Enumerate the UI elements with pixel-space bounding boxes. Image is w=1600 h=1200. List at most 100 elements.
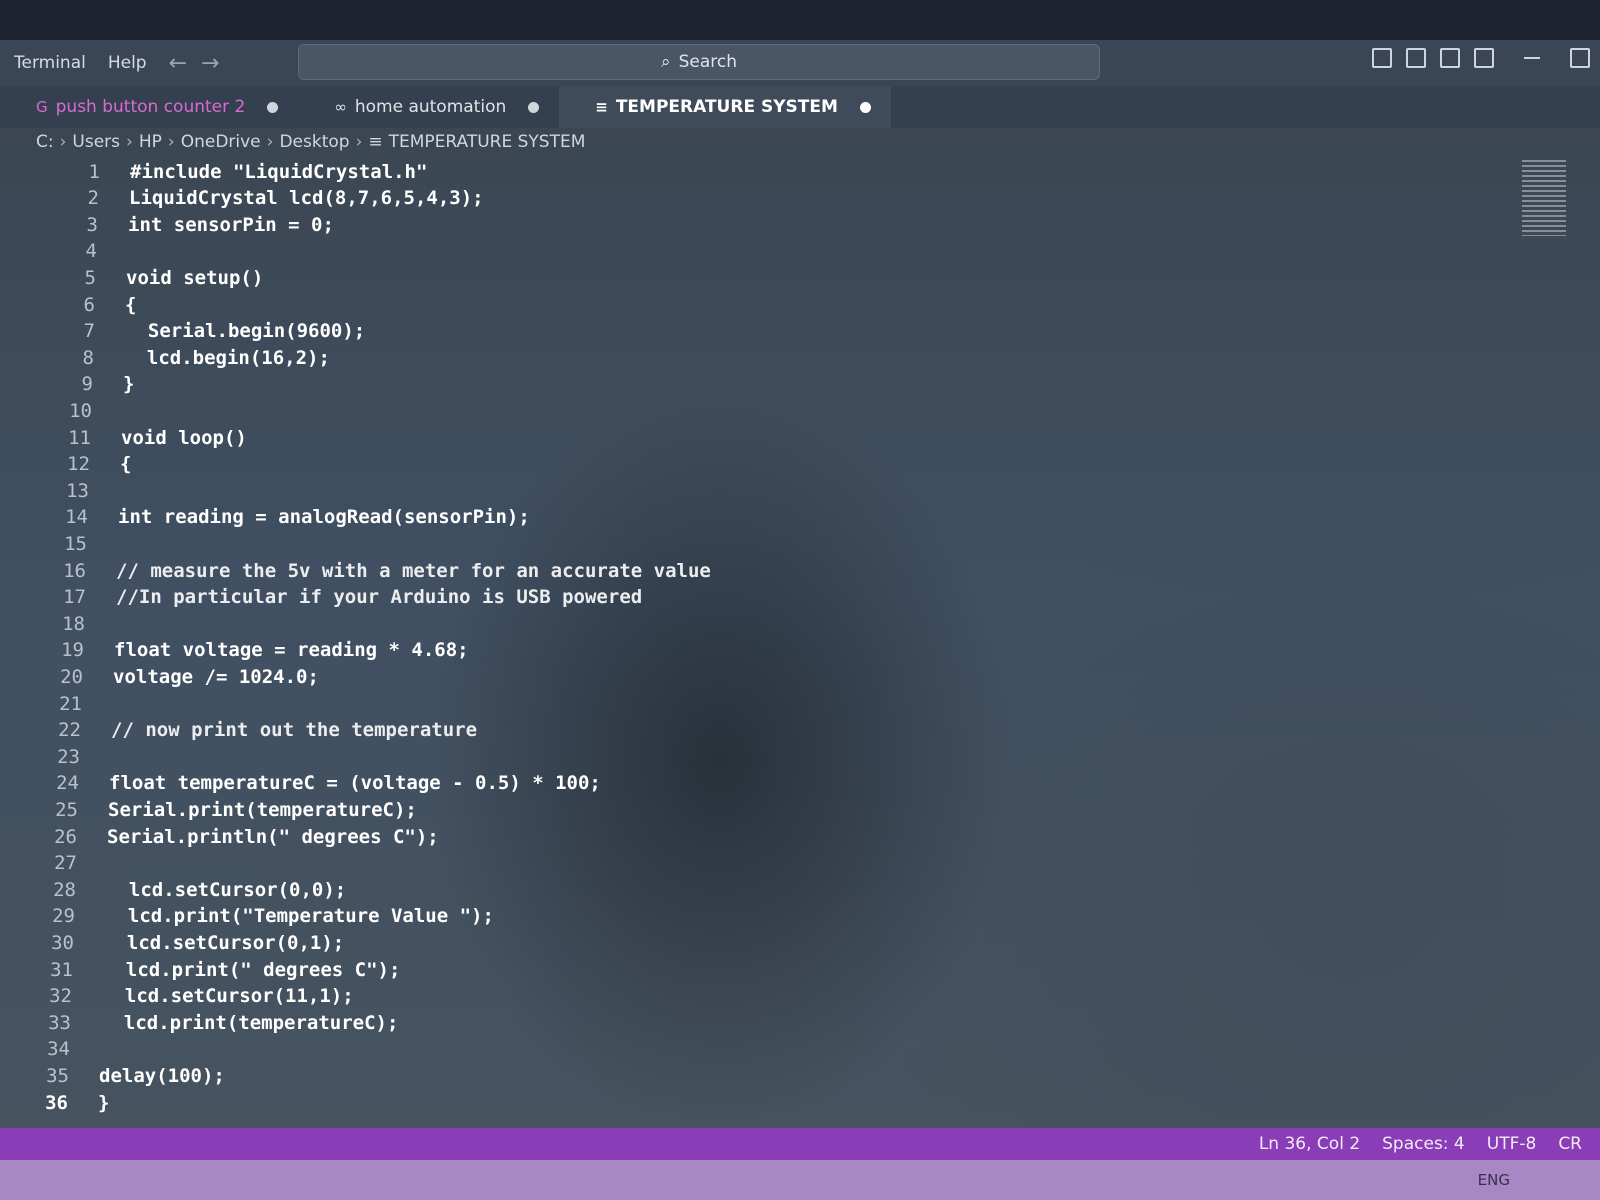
minimize-icon[interactable] [1524,57,1540,59]
code-line[interactable]: 16 // measure the 5v with a meter for an … [26,557,711,584]
toggle-panel-icon[interactable] [1406,48,1426,68]
indentation-setting[interactable]: Spaces: 4 [1382,1134,1465,1154]
code-line[interactable]: 20 voltage /= 1024.0; [23,663,319,690]
breadcrumb-onedrive[interactable]: OneDrive [181,132,261,152]
code-text: { [125,293,137,316]
toggle-primary-sidebar-icon[interactable] [1372,48,1392,68]
code-line[interactable]: 17 //In particular if your Arduino is USB… [26,584,642,611]
code-text: lcd.begin(16,2); [124,346,330,369]
tab-temperature-system[interactable]: ≡ TEMPERATURE SYSTEM [559,86,891,128]
code-line[interactable]: 26 Serial.println(" degrees C"); [17,823,439,850]
breadcrumb-users[interactable]: Users [72,132,120,152]
code-text: Serial.println(" degrees C"); [107,825,439,848]
line-number: 9 [81,373,93,396]
code-line[interactable]: 14 int reading = analogRead(sensorPin); [28,504,530,531]
code-line[interactable]: 23 [20,743,110,770]
code-line[interactable]: 22 // now print out the temperature [21,717,477,744]
line-number: 25 [55,798,78,821]
status-bar: Ln 36, Col 2 Spaces: 4 UTF-8 CR [0,1128,1600,1160]
tab-label: TEMPERATURE SYSTEM [615,97,838,117]
line-number: 32 [49,985,72,1008]
unsaved-dot-icon[interactable] [267,101,279,113]
breadcrumb-drive[interactable]: C: [36,132,54,152]
code-line[interactable]: 1 #include "LiquidCrystal.h" [40,158,428,185]
line-ending[interactable]: CR [1558,1134,1582,1154]
code-text: Serial.print(temperatureC); [108,798,417,821]
code-line[interactable]: 19 float voltage = reading * 4.68; [24,637,469,664]
line-number: 16 [63,559,86,582]
cursor-position[interactable]: Ln 36, Col 2 [1259,1134,1360,1154]
code-text: float temperatureC = (voltage - 0.5) * 1… [109,772,601,795]
breadcrumb-hp[interactable]: HP [139,132,162,152]
code-line[interactable]: 10 [32,397,122,424]
line-number: 29 [52,905,75,928]
forward-arrow-icon[interactable]: → [201,51,219,76]
code-text: void setup() [126,266,264,289]
tab-label: home automation [354,97,507,117]
line-number: 6 [83,293,95,316]
code-line[interactable]: 12 { [30,451,131,478]
code-text: lcd.setCursor(0,1); [104,931,345,954]
code-line[interactable]: 11 void loop() [31,424,247,451]
code-editor[interactable]: 1 #include "LiquidCrystal.h" 2 LiquidCrysta… [0,158,1540,1138]
code-line[interactable]: 34 [10,1036,100,1063]
line-number: 5 [84,266,96,289]
editor-tabs: G push button counter 2 ∞ home automatio… [0,86,1600,128]
code-line[interactable]: 30 lcd.setCursor(0,1); [14,929,344,956]
back-arrow-icon[interactable]: ← [169,51,187,76]
code-line[interactable]: 27 [17,850,107,877]
customize-layout-icon[interactable] [1474,48,1494,68]
code-line[interactable]: 6{ [35,291,137,318]
code-line[interactable]: 33 lcd.print(temperatureC); [11,1009,398,1036]
command-search-box[interactable]: ⌕ Search [298,44,1100,80]
unsaved-dot-icon[interactable] [859,101,871,113]
line-number: 22 [58,719,81,742]
search-icon: ⌕ [661,52,671,72]
tab-push-button-counter[interactable]: G push button counter 2 [0,86,298,128]
search-label: Search [678,52,737,72]
line-number: 34 [47,1038,70,1061]
code-line[interactable]: 28 lcd.setCursor(0,0); [16,876,346,903]
code-text: voltage /= 1024.0; [113,665,319,688]
menu-help[interactable]: Help [108,53,147,73]
code-line[interactable]: 9} [33,371,135,398]
code-line[interactable]: 8 lcd.begin(16,2); [34,344,330,371]
file-encoding[interactable]: UTF-8 [1487,1134,1537,1154]
minimap[interactable] [1522,160,1566,236]
chevron-right-icon: › [167,132,175,152]
tab-home-automation[interactable]: ∞ home automation [298,86,559,128]
code-line[interactable]: 25 Serial.print(temperatureC); [18,796,417,823]
code-line[interactable]: 35 delay(100); [9,1062,225,1089]
breadcrumb-file[interactable]: TEMPERATURE SYSTEM [389,132,586,152]
code-text: lcd.print(" degrees C"); [103,958,401,981]
input-language[interactable]: ENG [1478,1171,1510,1189]
code-line[interactable]: 31 lcd.print(" degrees C"); [13,956,400,983]
code-line[interactable]: 29 lcd.print("Temperature Value "); [15,903,494,930]
arduino-icon: ∞ [334,98,347,116]
code-text: LiquidCrystal lcd(8,7,6,5,4,3); [129,187,484,210]
code-line[interactable]: 24 float temperatureC = (voltage - 0.5) *… [19,770,601,797]
code-text: lcd.print(temperatureC); [101,1011,399,1034]
toggle-secondary-sidebar-icon[interactable] [1440,48,1460,68]
unsaved-dot-icon[interactable] [528,101,540,113]
chevron-right-icon: › [355,132,363,152]
line-number: 23 [57,745,80,768]
code-line[interactable]: 13 [29,477,119,504]
code-line[interactable]: 21 [22,690,112,717]
code-line[interactable]: 32 lcd.setCursor(11,1); [12,983,354,1010]
line-number: 36 [45,1091,68,1114]
code-text: } [123,373,135,396]
maximize-icon[interactable] [1570,48,1590,68]
code-line[interactable]: 2 LiquidCrystal lcd(8,7,6,5,4,3); [39,185,484,212]
code-line[interactable]: 5 void setup() [36,264,264,291]
code-line[interactable]: 7 Serial.begin(9600); [35,318,366,345]
code-line[interactable]: 4 [37,238,127,265]
code-line[interactable]: 15 [27,530,117,557]
code-text: #include "LiquidCrystal.h" [130,160,428,183]
line-number: 13 [66,479,89,502]
menu-terminal[interactable]: Terminal [14,53,86,73]
code-line[interactable]: 3 int sensorPin = 0; [38,211,334,238]
breadcrumb-desktop[interactable]: Desktop [279,132,349,152]
code-line[interactable]: 36} [8,1089,109,1116]
code-line[interactable]: 18 [25,610,115,637]
